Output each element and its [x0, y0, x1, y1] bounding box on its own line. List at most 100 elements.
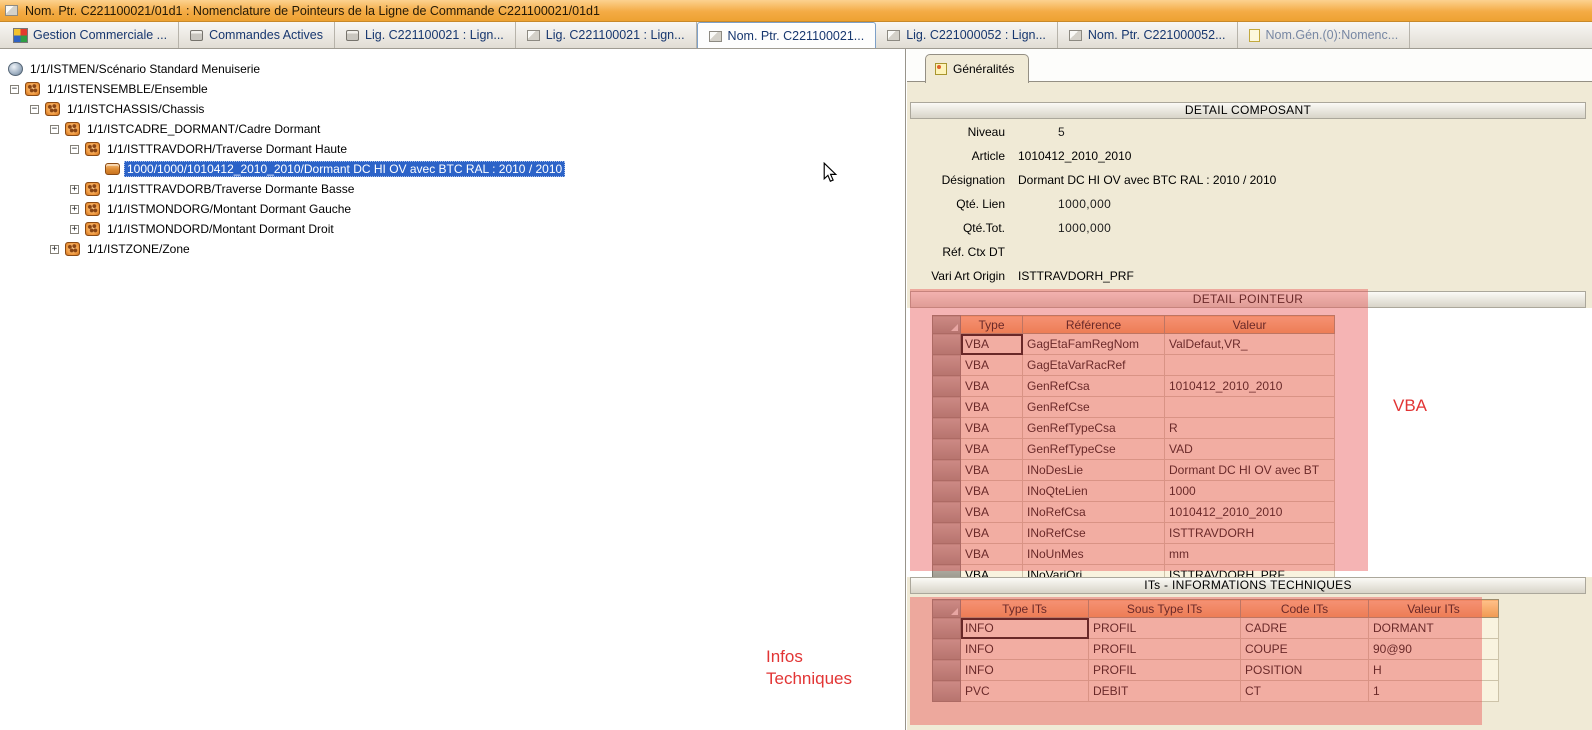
- cell[interactable]: 90@90: [1369, 639, 1499, 660]
- tree-item[interactable]: −1/1/ISTCADRE_DORMANT/Cadre Dormant: [0, 119, 905, 139]
- tab-0[interactable]: Gestion Commerciale ...: [3, 22, 179, 48]
- cell[interactable]: VBA: [961, 502, 1023, 523]
- collapse-icon[interactable]: −: [8, 83, 21, 96]
- row-selector[interactable]: [933, 439, 961, 460]
- cell[interactable]: DEBIT: [1089, 681, 1241, 702]
- cell[interactable]: R: [1165, 418, 1335, 439]
- cell[interactable]: 1010412_2010_2010: [1165, 376, 1335, 397]
- cell[interactable]: Dormant DC HI OV avec BT: [1165, 460, 1335, 481]
- cell[interactable]: POSITION: [1241, 660, 1369, 681]
- expand-icon[interactable]: +: [68, 203, 81, 216]
- cell[interactable]: VBA: [961, 565, 1023, 578]
- cell[interactable]: 1000: [1165, 481, 1335, 502]
- tree-item[interactable]: −1/1/ISTENSEMBLE/Ensemble: [0, 79, 905, 99]
- column-header[interactable]: Valeur: [1165, 316, 1335, 334]
- column-header[interactable]: Référence: [1023, 316, 1165, 334]
- row-selector[interactable]: [933, 397, 961, 418]
- cell[interactable]: INFO: [961, 660, 1089, 681]
- cell[interactable]: CADRE: [1241, 618, 1369, 639]
- tab-1[interactable]: Commandes Actives: [179, 22, 335, 48]
- cell[interactable]: VAD: [1165, 439, 1335, 460]
- tree-item[interactable]: +1/1/ISTZONE/Zone: [0, 239, 905, 259]
- cell[interactable]: mm: [1165, 544, 1335, 565]
- row-selector[interactable]: [933, 376, 961, 397]
- cell[interactable]: CT: [1241, 681, 1369, 702]
- row-selector[interactable]: [933, 544, 961, 565]
- collapse-icon[interactable]: −: [68, 143, 81, 156]
- cell[interactable]: GenRefCse: [1023, 397, 1165, 418]
- tab-generalites[interactable]: Généralités: [925, 54, 1029, 83]
- cell[interactable]: GenRefCsa: [1023, 376, 1165, 397]
- row-selector[interactable]: [933, 618, 961, 639]
- row-selector[interactable]: [933, 523, 961, 544]
- collapse-icon[interactable]: −: [28, 103, 41, 116]
- cell[interactable]: [1165, 397, 1335, 418]
- cell[interactable]: VBA: [961, 439, 1023, 460]
- cell[interactable]: PROFIL: [1089, 639, 1241, 660]
- row-selector[interactable]: [933, 355, 961, 376]
- cell[interactable]: INoQteLien: [1023, 481, 1165, 502]
- cell[interactable]: VBA: [961, 334, 1023, 355]
- cell[interactable]: ValDefaut,VR_: [1165, 334, 1335, 355]
- tab-7[interactable]: Nom.Gén.(0):Nomenc...: [1238, 22, 1411, 48]
- cell[interactable]: H: [1369, 660, 1499, 681]
- row-selector[interactable]: [933, 639, 961, 660]
- cell[interactable]: ISTTRAVDORH_PRF: [1165, 565, 1335, 578]
- row-selector[interactable]: [933, 481, 961, 502]
- collapse-icon[interactable]: −: [48, 123, 61, 136]
- title-bar[interactable]: Nom. Ptr. C221100021/01d1 : Nomenclature…: [0, 0, 1592, 22]
- row-selector[interactable]: [933, 660, 961, 681]
- cell[interactable]: VBA: [961, 376, 1023, 397]
- cell[interactable]: GenRefTypeCsa: [1023, 418, 1165, 439]
- tree-item[interactable]: −1/1/ISTTRAVDORH/Traverse Dormant Haute: [0, 139, 905, 159]
- cell[interactable]: INFO: [961, 618, 1089, 639]
- cell[interactable]: ISTTRAVDORH: [1165, 523, 1335, 544]
- cell[interactable]: INoDesLie: [1023, 460, 1165, 481]
- column-header[interactable]: Sous Type ITs: [1089, 600, 1241, 618]
- tab-6[interactable]: Nom. Ptr. C221000052...: [1058, 22, 1238, 48]
- expand-icon[interactable]: +: [48, 243, 61, 256]
- tab-3[interactable]: Lig. C221100021 : Lign...: [516, 22, 697, 48]
- cell[interactable]: VBA: [961, 397, 1023, 418]
- cell[interactable]: VBA: [961, 418, 1023, 439]
- column-header[interactable]: Type ITs: [961, 600, 1089, 618]
- tree-item[interactable]: +1/1/ISTMONDORG/Montant Dormant Gauche: [0, 199, 905, 219]
- cell[interactable]: PROFIL: [1089, 618, 1241, 639]
- column-header[interactable]: Valeur ITs: [1369, 600, 1499, 618]
- column-header[interactable]: Type: [961, 316, 1023, 334]
- row-selector[interactable]: [933, 502, 961, 523]
- expand-icon[interactable]: +: [68, 223, 81, 236]
- cell[interactable]: INoVariOri: [1023, 565, 1165, 578]
- tree-item[interactable]: 1000/1000/1010412_2010_2010/Dormant DC H…: [0, 159, 905, 179]
- row-selector[interactable]: [933, 565, 961, 578]
- cell[interactable]: INoRefCse: [1023, 523, 1165, 544]
- select-all-corner[interactable]: [933, 600, 961, 618]
- cell[interactable]: GagEtaVarRacRef: [1023, 355, 1165, 376]
- row-selector[interactable]: [933, 460, 961, 481]
- select-all-corner[interactable]: [933, 316, 961, 334]
- row-selector[interactable]: [933, 334, 961, 355]
- tree-item[interactable]: −1/1/ISTCHASSIS/Chassis: [0, 99, 905, 119]
- cell[interactable]: INFO: [961, 639, 1089, 660]
- row-selector[interactable]: [933, 418, 961, 439]
- row-selector[interactable]: [933, 681, 961, 702]
- cell[interactable]: PVC: [961, 681, 1089, 702]
- column-header[interactable]: Code ITs: [1241, 600, 1369, 618]
- tree-item[interactable]: +1/1/ISTTRAVDORB/Traverse Dormante Basse: [0, 179, 905, 199]
- cell[interactable]: DORMANT: [1369, 618, 1499, 639]
- tab-5[interactable]: Lig. C221000052 : Lign...: [876, 22, 1058, 48]
- cell[interactable]: 1: [1369, 681, 1499, 702]
- cell[interactable]: VBA: [961, 544, 1023, 565]
- cell[interactable]: VBA: [961, 460, 1023, 481]
- cell[interactable]: VBA: [961, 523, 1023, 544]
- tab-2[interactable]: Lig. C221100021 : Lign...: [335, 22, 516, 48]
- cell[interactable]: VBA: [961, 481, 1023, 502]
- cell[interactable]: PROFIL: [1089, 660, 1241, 681]
- cell[interactable]: 1010412_2010_2010: [1165, 502, 1335, 523]
- cell[interactable]: GagEtaFamRegNom: [1023, 334, 1165, 355]
- cell[interactable]: COUPE: [1241, 639, 1369, 660]
- cell[interactable]: [1165, 355, 1335, 376]
- tree-item[interactable]: +1/1/ISTMONDORD/Montant Dormant Droit: [0, 219, 905, 239]
- tab-4[interactable]: Nom. Ptr. C221100021...: [697, 22, 877, 49]
- cell[interactable]: GenRefTypeCse: [1023, 439, 1165, 460]
